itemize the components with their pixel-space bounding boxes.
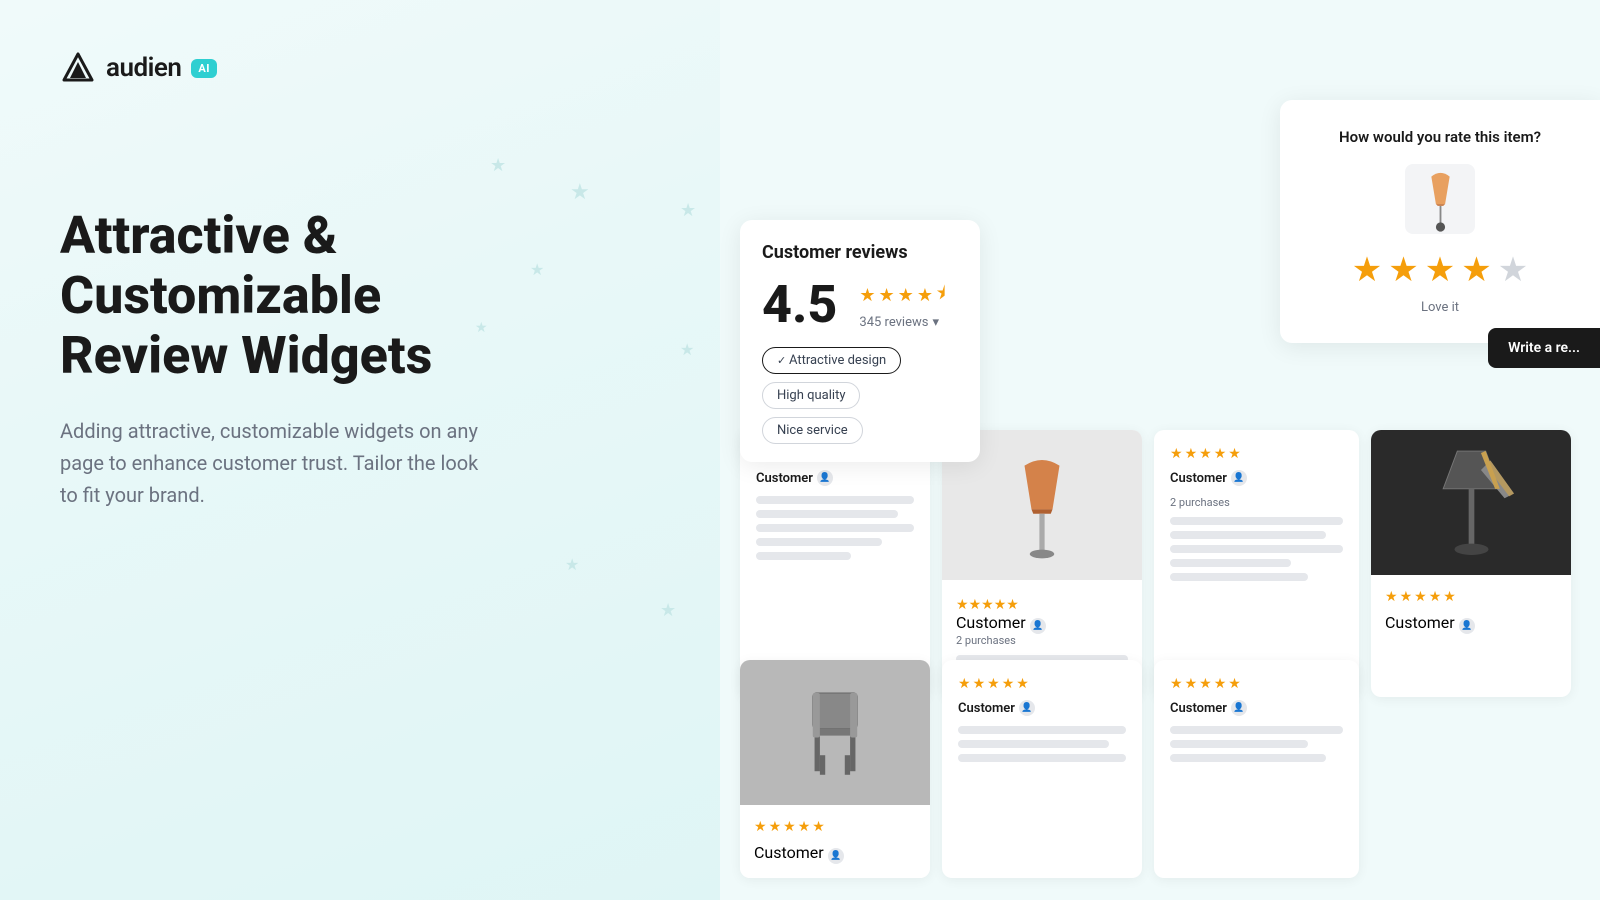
rate-star-1[interactable]: ★ [1352, 250, 1382, 290]
card-2-customer: Customer 👤 [956, 613, 1128, 634]
rate-stars-row[interactable]: ★ ★ ★ ★ ★ [1304, 250, 1576, 290]
card-6-stars: ★★★★★ [958, 676, 1126, 692]
card-1-line1 [756, 496, 914, 504]
hero-title: Attractive & Customizable Review Widgets [60, 206, 460, 385]
card-4-image [1371, 430, 1571, 575]
card-1-line3 [756, 524, 914, 532]
filter-tag-service[interactable]: Nice service [762, 417, 863, 444]
star-1: ★ [859, 285, 875, 306]
star-deco-5: ★ [475, 320, 488, 336]
review-card-4: ★★★★★ Customer 👤 [1371, 430, 1571, 697]
card-4-customer: Customer 👤 [1385, 613, 1557, 634]
star-deco-3: ★ [680, 200, 696, 221]
card-7-line2 [1170, 740, 1308, 748]
card-6-customer-icon: 👤 [1019, 700, 1035, 716]
review-widget-main: Customer reviews 4.5 ★ ★ ★ ★ ⯨ 345 revie… [740, 220, 980, 462]
star-deco-1: ★ [490, 155, 506, 176]
card-3-customer: Customer 👤 [1170, 470, 1343, 486]
card-4-stars: ★★★★★ [1385, 589, 1557, 605]
card-7-line3 [1170, 754, 1326, 762]
card-5-stars: ★★★★★ [754, 819, 916, 835]
review-card-6: ★★★★★ Customer 👤 [942, 660, 1142, 878]
rate-star-5[interactable]: ★ [1498, 250, 1528, 290]
card-2-purchases: 2 purchases [956, 634, 1128, 647]
card-1-customer-icon: 👤 [817, 470, 833, 486]
star-3: ★ [898, 285, 914, 306]
rate-star-3[interactable]: ★ [1425, 250, 1455, 290]
reviews-count: 345 reviews ▾ [859, 315, 945, 330]
card-7-stars: ★★★★★ [1170, 676, 1343, 692]
star-2: ★ [879, 285, 895, 306]
logo-icon [60, 50, 96, 86]
rate-star-4[interactable]: ★ [1461, 250, 1491, 290]
card-1-line4 [756, 538, 882, 546]
card-1-line2 [756, 510, 898, 518]
left-panel: audien AI Attractive & Customizable Revi… [0, 0, 720, 900]
card-5-customer-icon: 👤 [828, 848, 844, 864]
card-3-purchases: 2 purchases [1170, 496, 1343, 509]
card-3-line1 [1170, 517, 1343, 525]
review-card-3: ★★★★★ Customer 👤 2 purchases [1154, 430, 1359, 697]
filter-tags: Attractive design High quality Nice serv… [762, 347, 958, 444]
card-3-line3 [1170, 545, 1343, 553]
card-6-customer: Customer 👤 [958, 700, 1126, 716]
rating-number: 4.5 [762, 279, 837, 331]
rating-stars: ★ ★ ★ ★ ⯨ [859, 281, 945, 311]
star-deco-4: ★ [530, 260, 544, 279]
card-6-line3 [958, 754, 1126, 762]
star-5-half: ⯨ [936, 281, 946, 311]
filter-tag-attractive[interactable]: Attractive design [762, 347, 901, 374]
right-panel: How would you rate this item? ★ ★ ★ ★ ★ … [720, 0, 1600, 900]
review-card-7: ★★★★★ Customer 👤 [1154, 660, 1359, 878]
card-1-line5 [756, 552, 851, 560]
star-deco-2: ★ [570, 180, 590, 205]
card-3-line4 [1170, 559, 1291, 567]
card-4-customer-icon: 👤 [1459, 618, 1475, 634]
review-cards-row1: ★★★★★ Customer 👤 [740, 430, 1600, 697]
rate-widget: How would you rate this item? ★ ★ ★ ★ ★ … [1280, 100, 1600, 343]
card-3-line2 [1170, 531, 1326, 539]
card-5-image [740, 660, 930, 805]
rate-star-2[interactable]: ★ [1388, 250, 1418, 290]
card-3-line5 [1170, 573, 1308, 581]
card-3-stars: ★★★★★ [1170, 446, 1343, 462]
review-card-1: ★★★★★ Customer 👤 [740, 430, 930, 697]
star-deco-8: ★ [660, 600, 676, 621]
review-card-5: ★★★★★ Customer 👤 [740, 660, 930, 878]
card-5-customer: Customer 👤 [754, 843, 916, 864]
rate-widget-title: How would you rate this item? [1304, 128, 1576, 146]
ai-badge: AI [191, 59, 217, 78]
rate-label: Love it [1304, 300, 1576, 315]
filter-tag-quality[interactable]: High quality [762, 382, 860, 409]
widget-title: Customer reviews [762, 242, 958, 263]
review-cards-row2: ★★★★★ Customer 👤 ★★★★★ Customer 👤 [740, 660, 1600, 878]
card-6-line1 [958, 726, 1126, 734]
rate-product-image [1405, 164, 1475, 234]
card-7-line1 [1170, 726, 1343, 734]
card-4-content: ★★★★★ Customer 👤 [1371, 575, 1571, 648]
write-review-button[interactable]: Write a re... [1488, 328, 1600, 368]
card-3-customer-icon: 👤 [1231, 470, 1247, 486]
star-deco-7: ★ [565, 555, 579, 574]
card-6-line2 [958, 740, 1109, 748]
card-5-content: ★★★★★ Customer 👤 [740, 805, 930, 878]
logo-area: audien AI [60, 50, 660, 86]
star-deco-6: ★ [680, 340, 694, 359]
card-7-customer-icon: 👤 [1231, 700, 1247, 716]
review-card-2: ★★★★★ Customer 👤 2 purchases [942, 430, 1142, 697]
card-2-stars: ★★★★★ [956, 594, 1128, 613]
card-1-customer: Customer 👤 [756, 470, 914, 486]
star-4: ★ [917, 285, 933, 306]
logo-text: audien [106, 53, 181, 83]
hero-subtitle: Adding attractive, customizable widgets … [60, 415, 490, 511]
card-2-customer-icon: 👤 [1030, 618, 1046, 634]
card-7-customer: Customer 👤 [1170, 700, 1343, 716]
